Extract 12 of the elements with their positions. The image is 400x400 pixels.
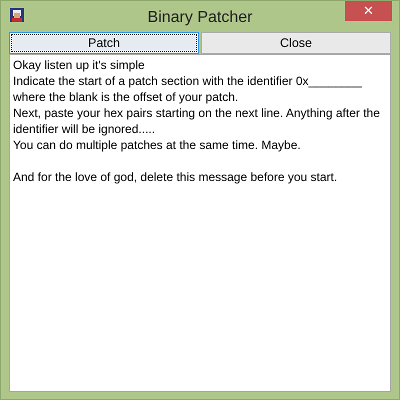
text-line: where the blank is the offset of your patch. <box>13 89 240 105</box>
window-title: Binary Patcher <box>148 8 252 28</box>
text-area[interactable] <box>9 54 391 392</box>
app-icon <box>10 8 24 22</box>
text-line: You can do multiple patches at the same time. Maybe. <box>13 137 302 153</box>
text-line: Indicate the start of a patch section with the identifier 0x________ <box>13 73 363 89</box>
text-line: Next, paste your hex pairs starting on the next line. Anything after the identifier will be ignored..... <box>13 105 381 137</box>
text-line: Okay listen up it's simple <box>13 57 146 73</box>
close-button[interactable]: ✕ <box>345 1 392 21</box>
text-line: And for the love of god, delete this message before you start. <box>13 169 338 185</box>
button[interactable]: Patch <box>9 32 199 54</box>
button[interactable]: Close <box>201 32 391 54</box>
